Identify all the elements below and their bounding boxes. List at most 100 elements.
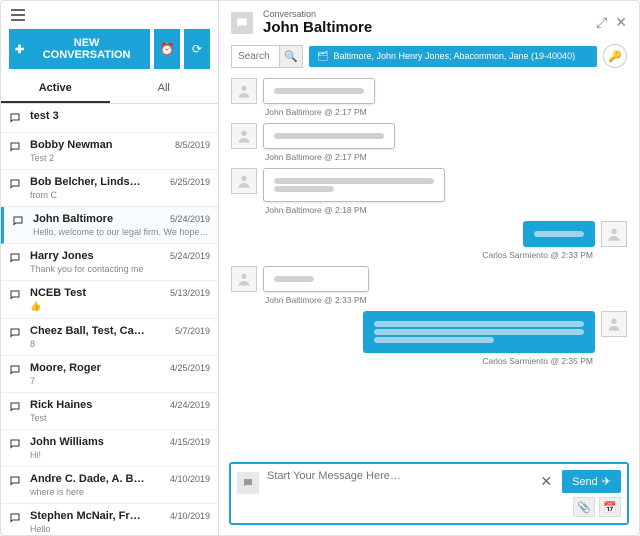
- conversation-preview: Hello, welcome to our legal firm. We hop…: [33, 227, 210, 237]
- expand-icon[interactable]: ⤢: [596, 14, 607, 31]
- chat-icon: [12, 215, 26, 229]
- message-bubble: [263, 168, 445, 202]
- message: John Baltimore @ 2:33 PM: [231, 266, 627, 305]
- conversation-item[interactable]: Stephen McNair, Francis … 4/10/2019 Hell…: [1, 504, 218, 535]
- message-bubble: [263, 78, 375, 104]
- conversation-item[interactable]: test 3: [1, 104, 218, 133]
- clear-icon[interactable]: ✕: [536, 473, 556, 490]
- tab-all[interactable]: All: [110, 75, 219, 103]
- message: Carlos Sarmiento @ 2:33 PM: [231, 221, 627, 260]
- conversation-date: 4/10/2019: [170, 511, 210, 521]
- send-icon: ✈: [602, 475, 611, 488]
- chat-icon: [9, 141, 23, 155]
- message-meta: John Baltimore @ 2:17 PM: [263, 107, 375, 117]
- conversation-date: 5/24/2019: [170, 214, 210, 224]
- conversation-date: 8/5/2019: [175, 140, 210, 150]
- conversation-item[interactable]: John Williams 4/15/2019 Hi!: [1, 430, 218, 467]
- compose-box: ✕ Send ✈ 📎 📅: [229, 462, 629, 525]
- attach-icon: 📎: [577, 501, 591, 514]
- conversation-date: 6/25/2019: [170, 177, 210, 187]
- conversation-item[interactable]: Cheez Ball, Test, Carlos … 5/7/2019 8: [1, 319, 218, 356]
- chat-icon: [9, 364, 23, 378]
- message-list[interactable]: John Baltimore @ 2:17 PM John Baltimore …: [219, 74, 639, 456]
- conversation-name: Cheez Ball, Test, Carlos …: [30, 325, 145, 337]
- chat-icon: [9, 327, 23, 341]
- chat-icon: [9, 475, 23, 489]
- conversation-preview: 👍: [30, 301, 210, 312]
- alarm-icon: ⏰: [160, 42, 175, 56]
- message: John Baltimore @ 2:17 PM: [231, 123, 627, 162]
- refresh-button[interactable]: ⟳: [184, 29, 210, 69]
- message-bubble: [263, 123, 395, 149]
- conversation-name: John Williams: [30, 436, 104, 448]
- message: Carlos Sarmiento @ 2:35 PM: [231, 311, 627, 366]
- message-meta: John Baltimore @ 2:17 PM: [263, 152, 395, 162]
- send-label: Send: [572, 476, 598, 488]
- conversation-preview: Hi!: [30, 450, 210, 460]
- send-button[interactable]: Send ✈: [562, 470, 621, 493]
- message-meta: Carlos Sarmiento @ 2:33 PM: [480, 250, 595, 260]
- compose-input[interactable]: [267, 470, 528, 504]
- plus-icon: ✚: [15, 43, 24, 56]
- chat-icon: [9, 289, 23, 303]
- conversation-date: 5/13/2019: [170, 288, 210, 298]
- conversation-name: Bobby Newman: [30, 139, 113, 151]
- search-button[interactable]: 🔍: [279, 45, 303, 68]
- conversation-date: 4/10/2019: [170, 474, 210, 484]
- chat-icon: [9, 401, 23, 415]
- conversation-name: Moore, Roger: [30, 362, 101, 374]
- chat-icon: [9, 178, 23, 192]
- menu-icon[interactable]: [1, 1, 218, 29]
- conversation-item[interactable]: Moore, Roger 4/25/2019 7: [1, 356, 218, 393]
- conversation-name: John Baltimore: [33, 213, 113, 225]
- chat-icon: [9, 512, 23, 526]
- conversation-list[interactable]: test 3 Bobby Newman 8/5/2019 Test 2 Bob …: [1, 104, 218, 535]
- avatar: [231, 266, 257, 292]
- message-bubble: [263, 266, 369, 292]
- conversation-item[interactable]: Andre C. Dade, A. Bald H… 4/10/2019 wher…: [1, 467, 218, 504]
- conversation-preview: from C: [30, 190, 210, 200]
- case-badge[interactable]: 🗂 Baltimore, John Henry Jones; Abacommon…: [309, 46, 597, 67]
- conversation-preview: Hello: [30, 524, 210, 534]
- calendar-button[interactable]: 📅: [599, 497, 621, 517]
- conversation-date: 4/15/2019: [170, 437, 210, 447]
- conversation-preview: Thank you for contacting me: [30, 264, 210, 274]
- conversation-name: NCEB Test: [30, 287, 86, 299]
- conversation-preview: Test: [30, 413, 210, 423]
- conversation-name: Rick Haines: [30, 399, 92, 411]
- conversation-date: 4/24/2019: [170, 400, 210, 410]
- folder-icon: 🗂: [317, 51, 328, 62]
- message: John Baltimore @ 2:18 PM: [231, 168, 627, 215]
- avatar: [231, 123, 257, 149]
- message-meta: Carlos Sarmiento @ 2:35 PM: [480, 356, 595, 366]
- new-conversation-button[interactable]: ✚ NEW CONVERSATION: [9, 29, 150, 69]
- alarm-button[interactable]: ⏰: [154, 29, 180, 69]
- conversation-preview: 8: [30, 339, 210, 349]
- conversation-item[interactable]: Bob Belcher, Lindsy Lohan 6/25/2019 from…: [1, 170, 218, 207]
- conversation-item[interactable]: NCEB Test 5/13/2019 👍: [1, 281, 218, 319]
- conversation-item[interactable]: Bobby Newman 8/5/2019 Test 2: [1, 133, 218, 170]
- avatar: [231, 168, 257, 194]
- conversation-preview: Test 2: [30, 153, 210, 163]
- key-button[interactable]: 🔑: [603, 44, 627, 68]
- attach-button[interactable]: 📎: [573, 497, 595, 517]
- search-input[interactable]: [231, 45, 279, 68]
- message-bubble: [363, 311, 595, 353]
- avatar: [601, 221, 627, 247]
- conversation-date: 5/7/2019: [175, 326, 210, 336]
- conversation-preview: 7: [30, 376, 210, 386]
- conversation-item[interactable]: John Baltimore 5/24/2019 Hello, welcome …: [1, 207, 218, 244]
- calendar-icon: 📅: [603, 501, 617, 514]
- avatar: [601, 311, 627, 337]
- header-name: John Baltimore: [263, 19, 372, 36]
- message-meta: John Baltimore @ 2:18 PM: [263, 205, 445, 215]
- new-conversation-label: NEW CONVERSATION: [29, 37, 144, 61]
- conversation-item[interactable]: Rick Haines 4/24/2019 Test: [1, 393, 218, 430]
- message-meta: John Baltimore @ 2:33 PM: [263, 295, 369, 305]
- message-bubble: [523, 221, 595, 247]
- close-icon[interactable]: ✕: [615, 14, 627, 31]
- refresh-icon: ⟳: [192, 42, 202, 56]
- tab-active[interactable]: Active: [1, 75, 110, 103]
- conversation-item[interactable]: Harry Jones 5/24/2019 Thank you for cont…: [1, 244, 218, 281]
- conversation-date: 5/24/2019: [170, 251, 210, 261]
